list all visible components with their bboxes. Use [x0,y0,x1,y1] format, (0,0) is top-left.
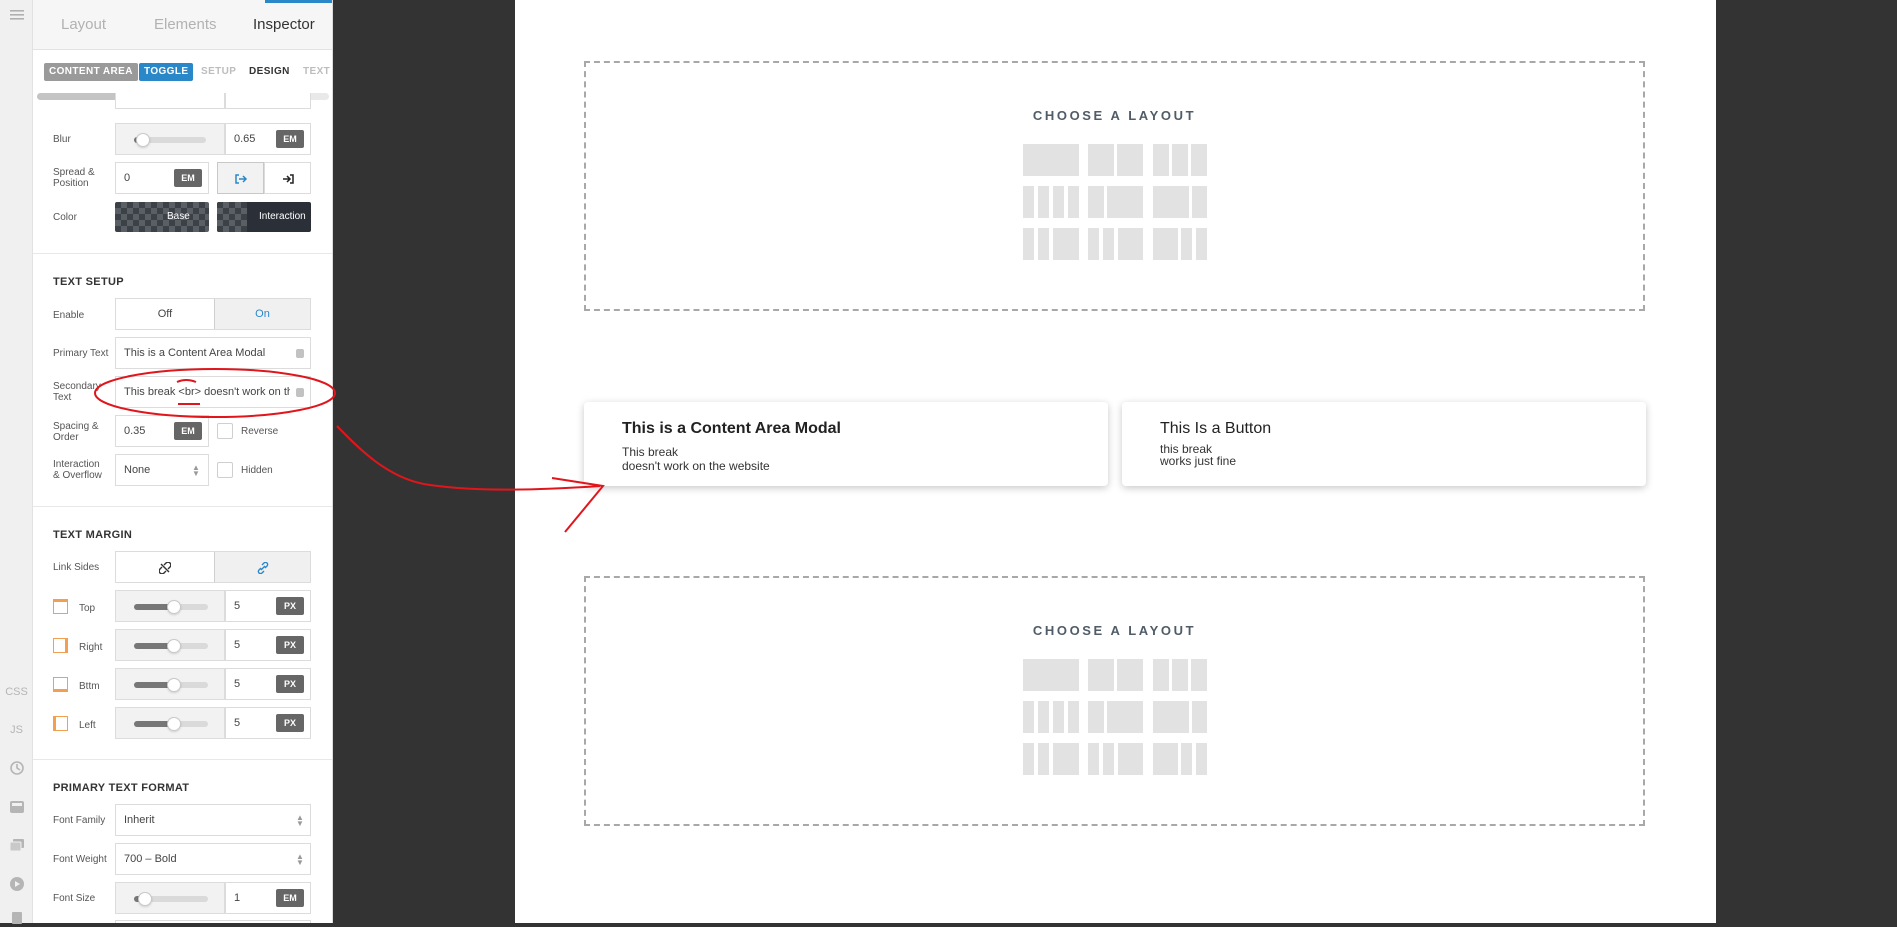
annotation-underline [176,379,197,383]
annotation-circle [94,368,336,418]
annotation-overlay [94,368,605,533]
